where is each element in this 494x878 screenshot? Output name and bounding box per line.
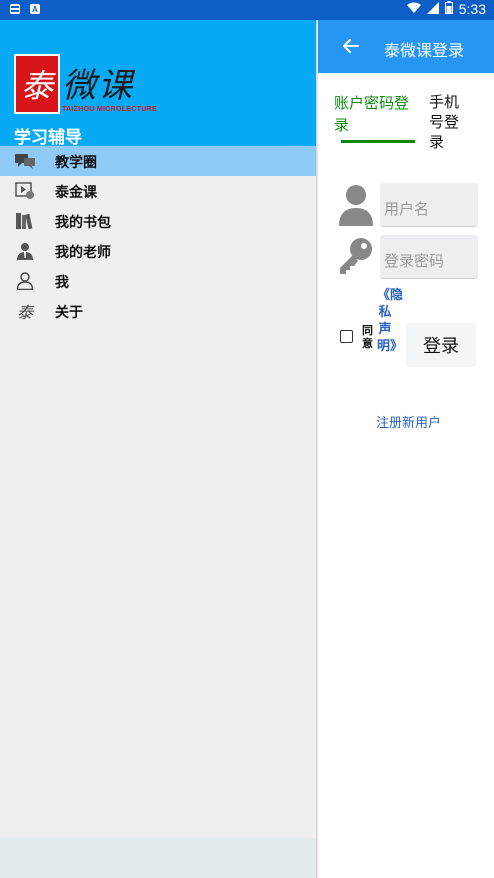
menu-item-label: 教学圈: [55, 155, 97, 171]
menu-item-my-teacher[interactable]: 我的老师: [0, 236, 318, 266]
logo-mark-icon: 泰: [16, 303, 33, 322]
key-icon: [338, 236, 374, 276]
app-bar: 泰微课登录: [318, 20, 494, 73]
status-time: 5:33: [458, 1, 486, 17]
drawer-title: 学习辅导: [14, 128, 82, 148]
menu-item-me[interactable]: 我: [0, 266, 318, 296]
notification-icon: [10, 4, 20, 14]
password-input[interactable]: [380, 235, 478, 278]
tab-account-login[interactable]: 账户密码登录: [334, 92, 420, 136]
username-field[interactable]: [380, 183, 478, 227]
app-bar-title: 泰微课登录: [384, 41, 465, 60]
username-input[interactable]: [380, 183, 478, 226]
menu-item-label: 关于: [55, 305, 83, 321]
person-icon: [15, 272, 35, 290]
drawer-menu: 教学圈 泰金课 我的书包 我的老师 我 泰 关于: [0, 146, 318, 326]
menu-item-teaching-circle[interactable]: 教学圈: [0, 146, 318, 176]
drawer-shadow: [316, 20, 319, 878]
tab-indicator: [341, 140, 415, 143]
video-icon: [15, 182, 35, 200]
drawer-header: 泰 微课 TAIZHOU MICROLECTURE 学习辅导: [0, 20, 318, 148]
menu-item-bookbag[interactable]: 我的书包: [0, 206, 318, 236]
user-icon: [338, 184, 374, 226]
signal-icon: [426, 1, 439, 17]
menu-item-label: 我的书包: [55, 215, 111, 231]
wifi-icon: [406, 2, 421, 17]
tab-phone-login[interactable]: 手机号登录: [429, 92, 469, 152]
books-icon: [15, 212, 35, 230]
drawer-footer-strip: [0, 838, 318, 878]
login-button[interactable]: 登录: [406, 323, 476, 367]
logo-seal: 泰: [14, 54, 60, 114]
navigation-drawer: 泰 微课 TAIZHOU MICROLECTURE 学习辅导 教学圈 泰金课 我…: [0, 20, 318, 878]
logo-subtitle: TAIZHOU MICROLECTURE: [62, 106, 157, 113]
status-bar: A 5:33: [0, 0, 494, 20]
teacher-icon: [15, 242, 35, 260]
menu-item-label: 我的老师: [55, 245, 111, 261]
menu-item-about[interactable]: 泰 关于: [0, 296, 318, 326]
menu-item-gold-course[interactable]: 泰金课: [0, 176, 318, 206]
menu-item-label: 泰金课: [55, 185, 97, 201]
back-arrow-icon[interactable]: [342, 37, 360, 55]
menu-item-label: 我: [55, 275, 69, 291]
chat-icon: [15, 152, 35, 170]
agree-label: 同意: [362, 324, 373, 350]
privacy-statement-link[interactable]: 《隐私声明》: [377, 287, 403, 355]
password-field[interactable]: [380, 235, 478, 279]
logo-script: 微课: [62, 66, 134, 106]
register-link[interactable]: 注册新用户: [376, 412, 441, 431]
a-icon: A: [30, 4, 40, 14]
battery-icon: [444, 1, 453, 17]
agree-checkbox[interactable]: [340, 330, 353, 343]
